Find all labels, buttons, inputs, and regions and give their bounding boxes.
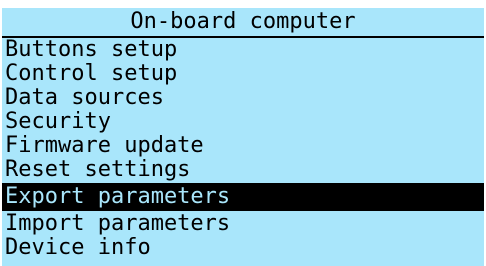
menu-item-buttons-setup[interactable]: Buttons setup [2,38,484,62]
menu-item-import-parameters[interactable]: Import parameters [2,212,484,236]
menu-item-firmware-update[interactable]: Firmware update [2,134,484,158]
menu-item-control-setup[interactable]: Control setup [2,62,484,86]
screen-title: On-board computer [130,9,356,34]
onboard-computer-screen: On-board computer Buttons setup Control … [2,8,484,266]
menu-item-security[interactable]: Security [2,110,484,134]
menu-item-data-sources[interactable]: Data sources [2,86,484,110]
menu-item-reset-settings[interactable]: Reset settings [2,158,484,182]
settings-menu: Buttons setup Control setup Data sources… [2,38,484,260]
menu-item-export-parameters[interactable]: Export parameters [2,183,484,211]
menu-item-device-info[interactable]: Device info [2,236,484,260]
